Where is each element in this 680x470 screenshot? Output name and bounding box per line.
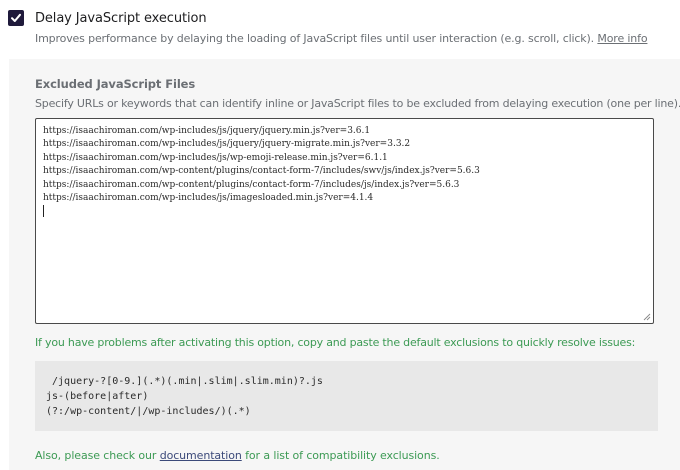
excluded-files-textarea[interactable]: https://isaachiroman.com/wp-includes/js/…: [35, 118, 654, 324]
excluded-files-description: Specify URLs or keywords that can identi…: [35, 97, 680, 110]
excluded-file-line: https://isaachiroman.com/wp-includes/js/…: [43, 126, 371, 136]
option-description: Improves performance by delaying the loa…: [35, 32, 648, 45]
default-exclusions-code: /jquery-?[0-9.](.*)(.min|.slim|.slim.min…: [35, 361, 658, 431]
excluded-file-line: https://isaachiroman.com/wp-includes/js/…: [43, 152, 388, 163]
more-info-link[interactable]: More info: [597, 32, 647, 45]
excluded-files-title: Excluded JavaScript Files: [35, 77, 196, 91]
documentation-note-prefix: Also, please check our: [35, 449, 157, 462]
checkmark-icon: [11, 13, 21, 22]
code-line: /jquery-?[0-9.](.*)(.min|.slim|.slim.min…: [46, 376, 323, 387]
excluded-file-line: https://isaachiroman.com/wp-content/plug…: [43, 179, 460, 190]
documentation-note: Also, please check our documentation for…: [35, 449, 440, 462]
excluded-file-line: https://isaachiroman.com/wp-includes/js/…: [43, 193, 374, 204]
excluded-file-line: https://isaachiroman.com/wp-includes/js/…: [43, 139, 411, 150]
excluded-file-line: https://isaachiroman.com/wp-content/plug…: [43, 166, 480, 177]
problems-note: If you have problems after activating th…: [35, 336, 636, 349]
documentation-note-suffix: for a list of compatibility exclusions.: [245, 449, 440, 462]
delay-js-checkbox[interactable]: [8, 10, 24, 26]
text-cursor: [43, 205, 44, 218]
documentation-link[interactable]: documentation: [160, 449, 242, 462]
resize-grip-icon[interactable]: [643, 313, 651, 321]
code-line: (?:/wp-content/|/wp-includes/)(.*): [46, 406, 251, 417]
code-line: js-(before|after): [46, 391, 149, 402]
option-title: Delay JavaScript execution: [35, 11, 207, 26]
option-description-text: Improves performance by delaying the loa…: [35, 32, 595, 45]
